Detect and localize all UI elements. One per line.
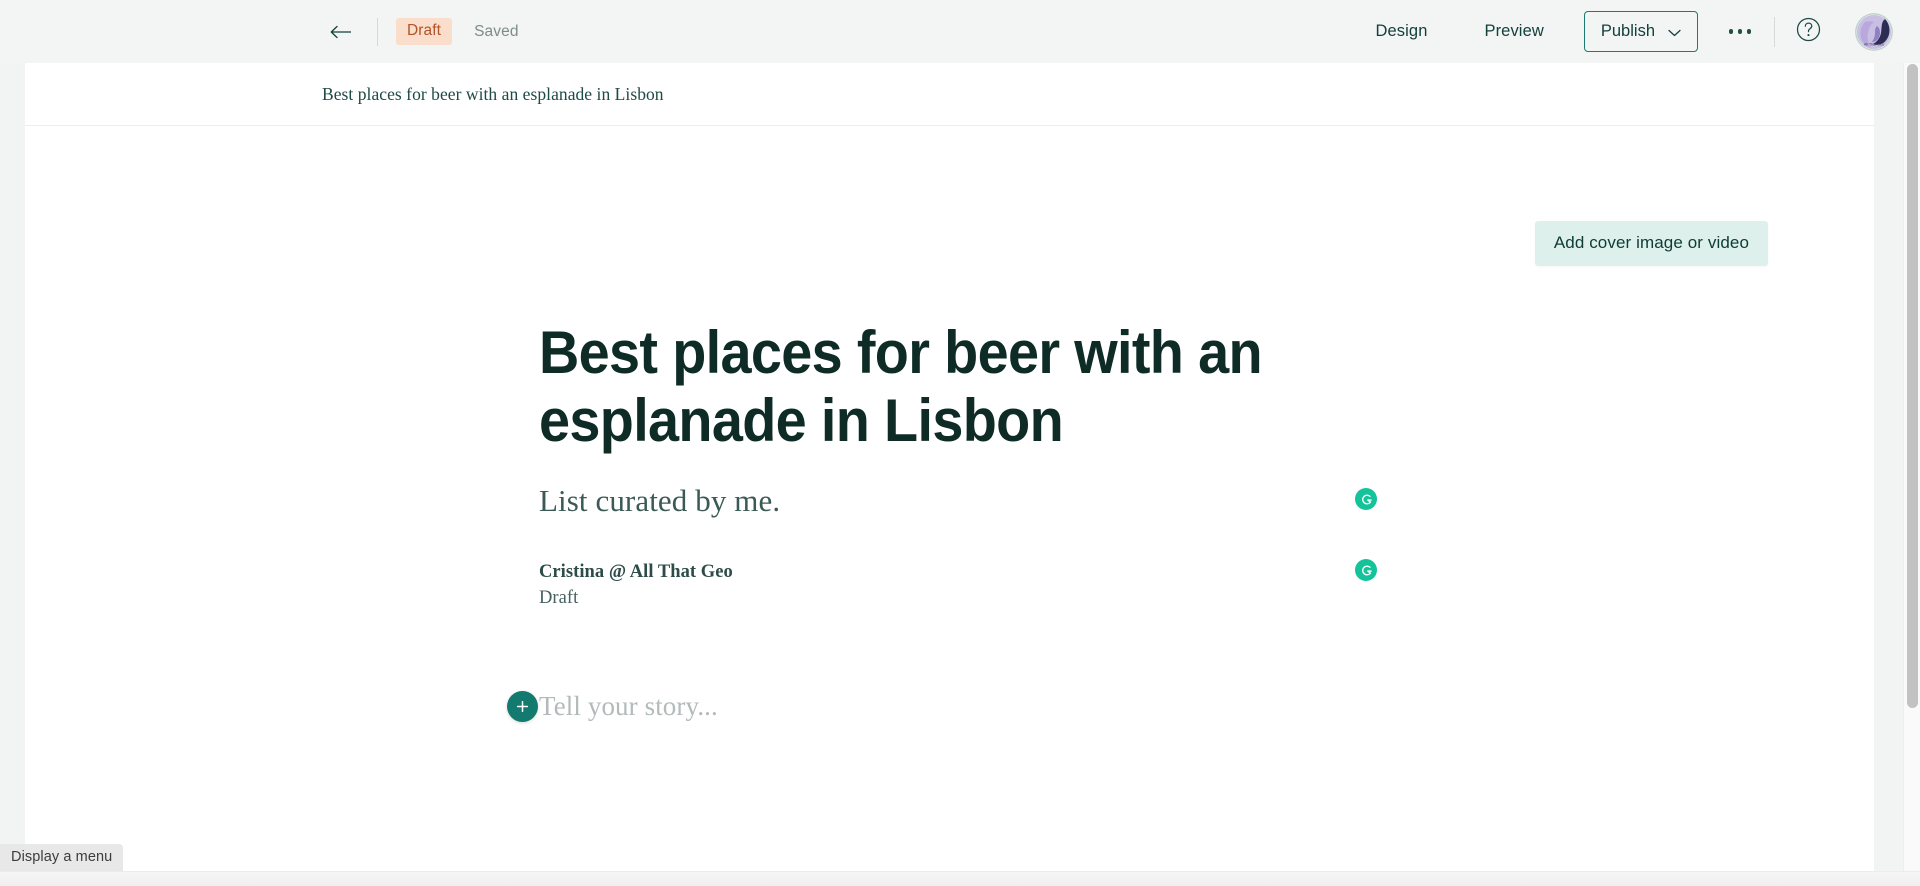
story-body-row: Tell your story... (507, 686, 1339, 726)
grammarly-badge-title[interactable] (1355, 488, 1377, 510)
svg-text:All That Geo: All That Geo (1864, 42, 1884, 46)
user-avatar-logo-icon: All That Geo (1855, 12, 1893, 51)
toolbar-left-group: Draft Saved (325, 0, 519, 63)
more-options-button[interactable] (1718, 12, 1762, 52)
document-subtitle-input[interactable]: List curated by me. (539, 482, 1339, 520)
plus-icon (515, 699, 530, 714)
preview-button[interactable]: Preview (1480, 16, 1547, 47)
ellipsis-icon-dot (1747, 29, 1752, 34)
toolbar-right-group: Design Preview Publish All That Geo (1372, 0, 1920, 63)
help-button[interactable] (1791, 15, 1825, 49)
saved-status-label: Saved (474, 22, 519, 40)
document-title-input[interactable]: Best places for beer with an esplanade i… (539, 319, 1274, 455)
app-toolbar: Draft Saved Design Preview Publish All T… (0, 0, 1920, 63)
document-body: Best places for beer with an esplanade i… (507, 126, 1339, 726)
chevron-down-icon (1668, 23, 1681, 42)
breadcrumb-bar: Best places for beer with an esplanade i… (25, 63, 1874, 126)
publish-button[interactable]: Publish (1583, 11, 1698, 52)
document-status-label: Draft (539, 588, 579, 608)
grammarly-g-icon (1359, 563, 1374, 578)
status-badge[interactable]: Draft (396, 18, 453, 45)
publish-button-label: Publish (1600, 22, 1655, 40)
breadcrumb[interactable]: Best places for beer with an esplanade i… (322, 84, 664, 105)
avatar[interactable]: All That Geo (1855, 12, 1893, 51)
add-block-button[interactable] (507, 690, 538, 722)
add-cover-image-button[interactable]: Add cover image or video (1534, 221, 1768, 266)
story-body-input[interactable]: Tell your story... (539, 691, 718, 722)
ellipsis-icon-dot (1728, 29, 1733, 34)
vertical-scrollbar-thumb[interactable] (1907, 64, 1918, 708)
editor-panel: Best places for beer with an esplanade i… (25, 63, 1874, 871)
back-arrow-icon (330, 24, 354, 40)
back-button[interactable] (325, 15, 359, 49)
toolbar-divider (1774, 16, 1775, 47)
horizontal-scrollbar[interactable] (0, 871, 1920, 886)
grammarly-badge-subtitle[interactable] (1355, 559, 1377, 581)
status-bar-tooltip: Display a menu (0, 844, 124, 871)
author-name: Cristina @ All That Geo (539, 562, 733, 582)
vertical-scrollbar[interactable] (1903, 63, 1920, 871)
design-button[interactable]: Design (1372, 16, 1432, 47)
document-canvas: Add cover image or video Best places for… (25, 126, 1874, 871)
grammarly-g-icon (1359, 492, 1374, 507)
ellipsis-icon-dot (1737, 29, 1743, 34)
question-mark-circle-icon (1796, 17, 1821, 47)
toolbar-divider (377, 17, 378, 46)
